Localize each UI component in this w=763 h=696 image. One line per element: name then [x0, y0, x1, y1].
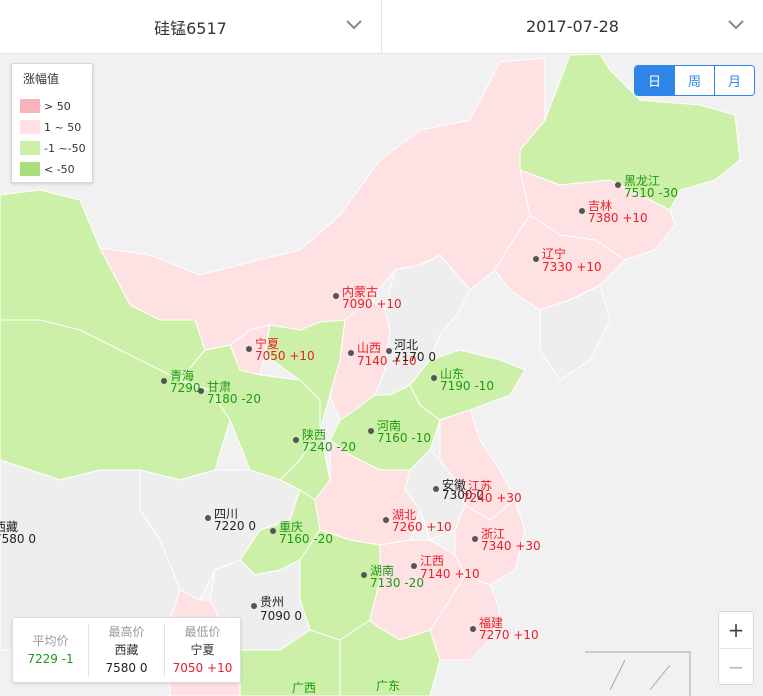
min-price-region: 宁夏 — [190, 643, 215, 657]
legend-item[interactable]: < -50 — [20, 161, 75, 177]
label-value: 7340 +30 — [481, 539, 541, 553]
label-value: 7220 0 — [214, 519, 256, 533]
label-value: 7190 -10 — [440, 379, 494, 393]
chevron-down-icon — [728, 20, 744, 30]
period-toggle: 日 周 月 — [634, 65, 755, 96]
legend-item[interactable]: > 50 — [20, 98, 71, 114]
min-price-section: 最低价 宁夏 7050 +10 — [164, 624, 240, 676]
legend-item[interactable]: -1 ~-50 — [20, 140, 86, 156]
avg-price-section: 平均价 7229 -1 — [13, 618, 88, 682]
label-value: 7240 +30 — [462, 491, 522, 505]
chevron-down-icon — [346, 20, 362, 30]
legend-title: 涨幅值 — [23, 72, 60, 86]
inset-south-sea-lines — [609, 659, 671, 691]
legend-label: < -50 — [44, 162, 75, 176]
price-summary-panel: 平均价 7229 -1 最高价 西藏 7580 0 最低价 宁夏 7050 +1… — [12, 617, 241, 683]
marker-guangxi[interactable]: 广西 — [292, 681, 316, 695]
period-month-button[interactable]: 月 — [714, 66, 754, 95]
period-week-button[interactable]: 周 — [674, 66, 714, 95]
label-value: 7240 -20 — [302, 440, 356, 454]
label-value: 7090 0 — [260, 609, 302, 623]
legend: 涨幅值 > 50 1 ~ 50 -1 ~-50 < -50 — [11, 63, 93, 183]
max-price-label: 最高价 — [108, 625, 145, 639]
label-value: 7180 -20 — [207, 392, 261, 406]
max-price-region: 西藏 — [114, 643, 139, 657]
label-value: 7170 0 — [394, 350, 436, 364]
label-name: 山西 — [357, 341, 381, 355]
legend-swatch — [20, 141, 40, 155]
label-name: 辽宁 — [542, 246, 566, 261]
label-value: 7580 0 — [0, 532, 36, 546]
label-value: 7090 +10 — [342, 297, 402, 311]
label-value: 7160 -20 — [279, 532, 333, 546]
zoom-out-button[interactable]: − — [719, 648, 753, 685]
max-price-section: 最高价 西藏 7580 0 — [88, 624, 164, 676]
marker-jiangsu[interactable]: 江苏 7240 +30 — [462, 479, 522, 505]
contract-dropdown-value: 硅锰6517 — [154, 18, 227, 38]
map-canvas[interactable]: 黑龙江 7510 -30 吉林 7380 +10 辽宁 7330 +10 内蒙古… — [0, 54, 763, 696]
label-value: 7380 +10 — [588, 211, 648, 225]
label-name: 广东 — [376, 679, 400, 693]
label-value: 7160 -10 — [377, 431, 431, 445]
marker-fujian[interactable]: 福建 7270 +10 — [470, 615, 539, 642]
marker-guangdong[interactable]: 广东 — [376, 679, 400, 693]
label-value: 7130 -20 — [370, 576, 424, 590]
label-name: 江西 — [420, 554, 444, 568]
min-price-value: 7050 +10 — [172, 661, 233, 675]
label-value: 7260 +10 — [392, 520, 452, 534]
avg-price-value: 7229 -1 — [27, 652, 74, 666]
date-dropdown[interactable]: 2017-07-28 — [381, 0, 763, 53]
min-price-label: 最低价 — [184, 625, 221, 639]
contract-dropdown[interactable]: 硅锰6517 — [0, 0, 381, 53]
china-price-map[interactable]: 黑龙江 7510 -30 吉林 7380 +10 辽宁 7330 +10 内蒙古… — [0, 54, 763, 696]
legend-label: -1 ~-50 — [44, 141, 86, 155]
label-value: 7510 -30 — [624, 186, 678, 200]
legend-label: 1 ~ 50 — [44, 120, 82, 134]
legend-swatch — [20, 99, 40, 113]
label-value: 7290 — [170, 381, 201, 395]
zoom-in-button[interactable]: + — [719, 612, 753, 648]
legend-swatch — [20, 120, 40, 134]
label-name: 贵州 — [260, 595, 284, 609]
max-price-value: 7580 0 — [105, 661, 148, 675]
zoom-control: + − — [718, 611, 754, 685]
label-value: 7330 +10 — [542, 260, 602, 274]
region-inner-mongolia[interactable] — [99, 57, 546, 351]
label-name: 广西 — [292, 681, 316, 695]
label-value: 7050 +10 — [255, 349, 315, 363]
date-dropdown-value: 2017-07-28 — [526, 17, 619, 36]
label-value: 7140 +10 — [420, 567, 480, 581]
period-day-button[interactable]: 日 — [635, 66, 674, 95]
label-value: 7270 +10 — [479, 628, 539, 642]
inset-south-sea-box — [585, 651, 691, 696]
top-bar: 硅锰6517 2017-07-28 — [0, 0, 763, 54]
avg-price-label: 平均价 — [32, 634, 69, 648]
legend-swatch — [20, 162, 40, 176]
legend-item[interactable]: 1 ~ 50 — [20, 119, 81, 135]
legend-label: > 50 — [44, 99, 71, 113]
